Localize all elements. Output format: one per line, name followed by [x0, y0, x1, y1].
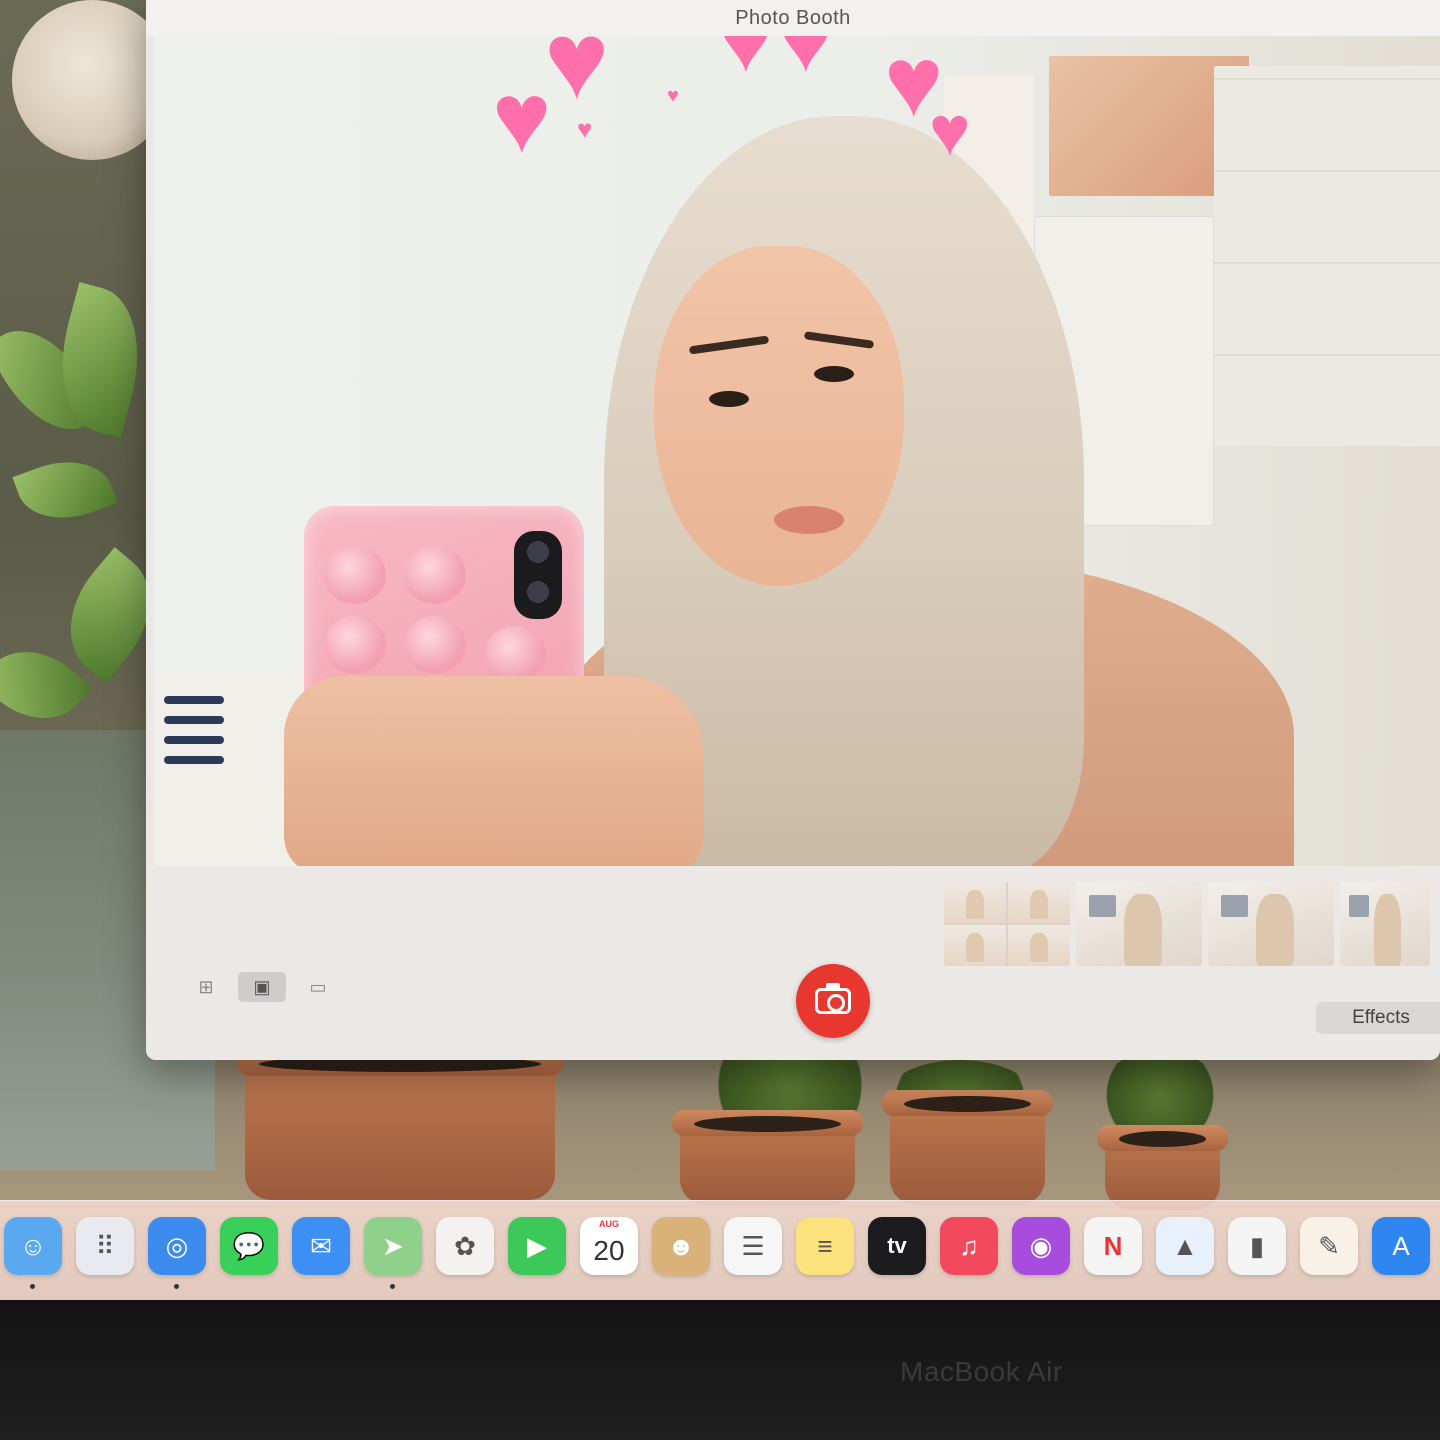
plant-leaf [12, 446, 118, 534]
dock-glyph: ≡ [817, 1230, 833, 1261]
plant-pot [672, 1110, 863, 1205]
heart-sticker-icon: ♥ [719, 36, 773, 91]
photo-thumbnail[interactable] [1340, 882, 1430, 966]
dock: ☺⠿◎💬✉➤✿▶AUG20☻☰≡tv♫◉N▲▮✎A⚙ [0, 1200, 1440, 1300]
video-icon[interactable]: ▭ [294, 972, 342, 1002]
dock-glyph: 💬 [232, 1230, 266, 1261]
facetime-icon[interactable]: ▶ [508, 1217, 566, 1275]
dock-glyph: A [1392, 1230, 1410, 1261]
plant-pot [882, 1090, 1053, 1205]
contacts-icon[interactable]: ☻ [652, 1217, 710, 1275]
person-lips [774, 506, 844, 534]
heart-sticker-icon: ♥ [779, 36, 833, 91]
take-photo-button[interactable] [796, 964, 870, 1038]
dock-glyph: ✎ [1318, 1230, 1340, 1261]
calendar-day: 20 [593, 1235, 625, 1266]
running-indicator [30, 1284, 35, 1289]
reminders-icon[interactable]: ☰ [724, 1217, 782, 1275]
dock-glyph: ⠿ [95, 1230, 115, 1261]
dock-glyph: ▲ [1172, 1230, 1198, 1261]
heart-sticker-icon: ♥ [667, 85, 679, 107]
dock-items: ☺⠿◎💬✉➤✿▶AUG20☻☰≡tv♫◉N▲▮✎A⚙ [4, 1217, 1440, 1289]
news-icon[interactable]: N [1084, 1217, 1142, 1275]
person-hand [284, 676, 704, 866]
running-indicator [174, 1284, 179, 1289]
dock-glyph: ✉ [310, 1230, 332, 1261]
dock-glyph: ◉ [1029, 1230, 1053, 1261]
eye [814, 366, 854, 382]
window-title: Photo Booth [735, 6, 851, 29]
photo-booth-window[interactable]: Photo Booth ♥ ♥ ♥ ♥ ♥ ♥ ♥ ♥ ⊞ ▣ ▭ Effect… [146, 0, 1440, 1060]
dock-glyph: N [1103, 1230, 1123, 1261]
dock-glyph: ✿ [454, 1230, 476, 1261]
running-indicator [390, 1284, 395, 1289]
laptop-brand: MacBook Air [900, 1356, 1063, 1387]
messages-icon[interactable]: 💬 [220, 1217, 278, 1275]
eye [709, 391, 749, 407]
heart-sticker-icon: ♥ [929, 92, 971, 170]
plant-pot [1097, 1125, 1228, 1210]
dock-glyph: ◎ [165, 1230, 189, 1261]
person-face [654, 246, 904, 586]
numbers-icon[interactable]: ▮ [1228, 1217, 1286, 1275]
photo-thumbnail[interactable] [1076, 882, 1202, 966]
photo-strip[interactable] [944, 882, 1430, 966]
tv-icon[interactable]: tv [868, 1217, 926, 1275]
keynote-icon[interactable]: ▲ [1156, 1217, 1214, 1275]
podcasts-icon[interactable]: ◉ [1012, 1217, 1070, 1275]
calendar-icon[interactable]: AUG 20 [580, 1217, 638, 1275]
dock-glyph: ➤ [382, 1230, 404, 1261]
heart-sticker-icon: ♥ [577, 114, 593, 144]
dock-glyph: ☻ [667, 1230, 695, 1261]
mail-icon[interactable]: ✉ [292, 1217, 350, 1275]
camera-preview: ♥ ♥ ♥ ♥ ♥ ♥ ♥ ♥ [154, 36, 1440, 866]
app-store-icon[interactable]: A [1372, 1217, 1430, 1275]
photos-icon[interactable]: ✿ [436, 1217, 494, 1275]
laptop-bezel: MacBook Air [0, 1300, 1440, 1440]
grid-icon[interactable]: ⊞ [182, 972, 230, 1002]
maps-icon[interactable]: ➤ [364, 1217, 422, 1289]
camera-icon [815, 983, 851, 1014]
photo-thumbnail[interactable] [1208, 882, 1334, 966]
launchpad-icon[interactable]: ⠿ [76, 1217, 134, 1275]
effects-button[interactable]: Effects [1316, 1002, 1440, 1034]
safari-icon[interactable]: ◎ [148, 1217, 206, 1289]
heart-sticker-icon: ♥ [544, 36, 610, 122]
botanical-poster [1214, 66, 1440, 446]
photo-thumbnail[interactable] [944, 882, 1070, 966]
dock-glyph: ☺ [19, 1230, 47, 1261]
calendar-month: AUG [599, 1219, 619, 1229]
view-mode-group: ⊞ ▣ ▭ [182, 972, 342, 1002]
dock-glyph: tv [887, 1233, 907, 1258]
dock-glyph: ▮ [1249, 1230, 1265, 1261]
music-icon[interactable]: ♫ [940, 1217, 998, 1275]
single-photo-icon[interactable]: ▣ [238, 972, 286, 1002]
window-titlebar[interactable]: Photo Booth [146, 0, 1440, 36]
dock-glyph: ♫ [959, 1230, 979, 1261]
dock-glyph: ▶ [527, 1230, 547, 1261]
dock-glyph: ☰ [741, 1230, 765, 1261]
notes-icon[interactable]: ≡ [796, 1217, 854, 1275]
phone-camera-lens [514, 531, 562, 619]
pages-icon[interactable]: ✎ [1300, 1217, 1358, 1275]
finder-icon[interactable]: ☺ [4, 1217, 62, 1289]
plant-pot [237, 1050, 563, 1200]
heart-sticker-icon: ♥ [492, 62, 552, 174]
